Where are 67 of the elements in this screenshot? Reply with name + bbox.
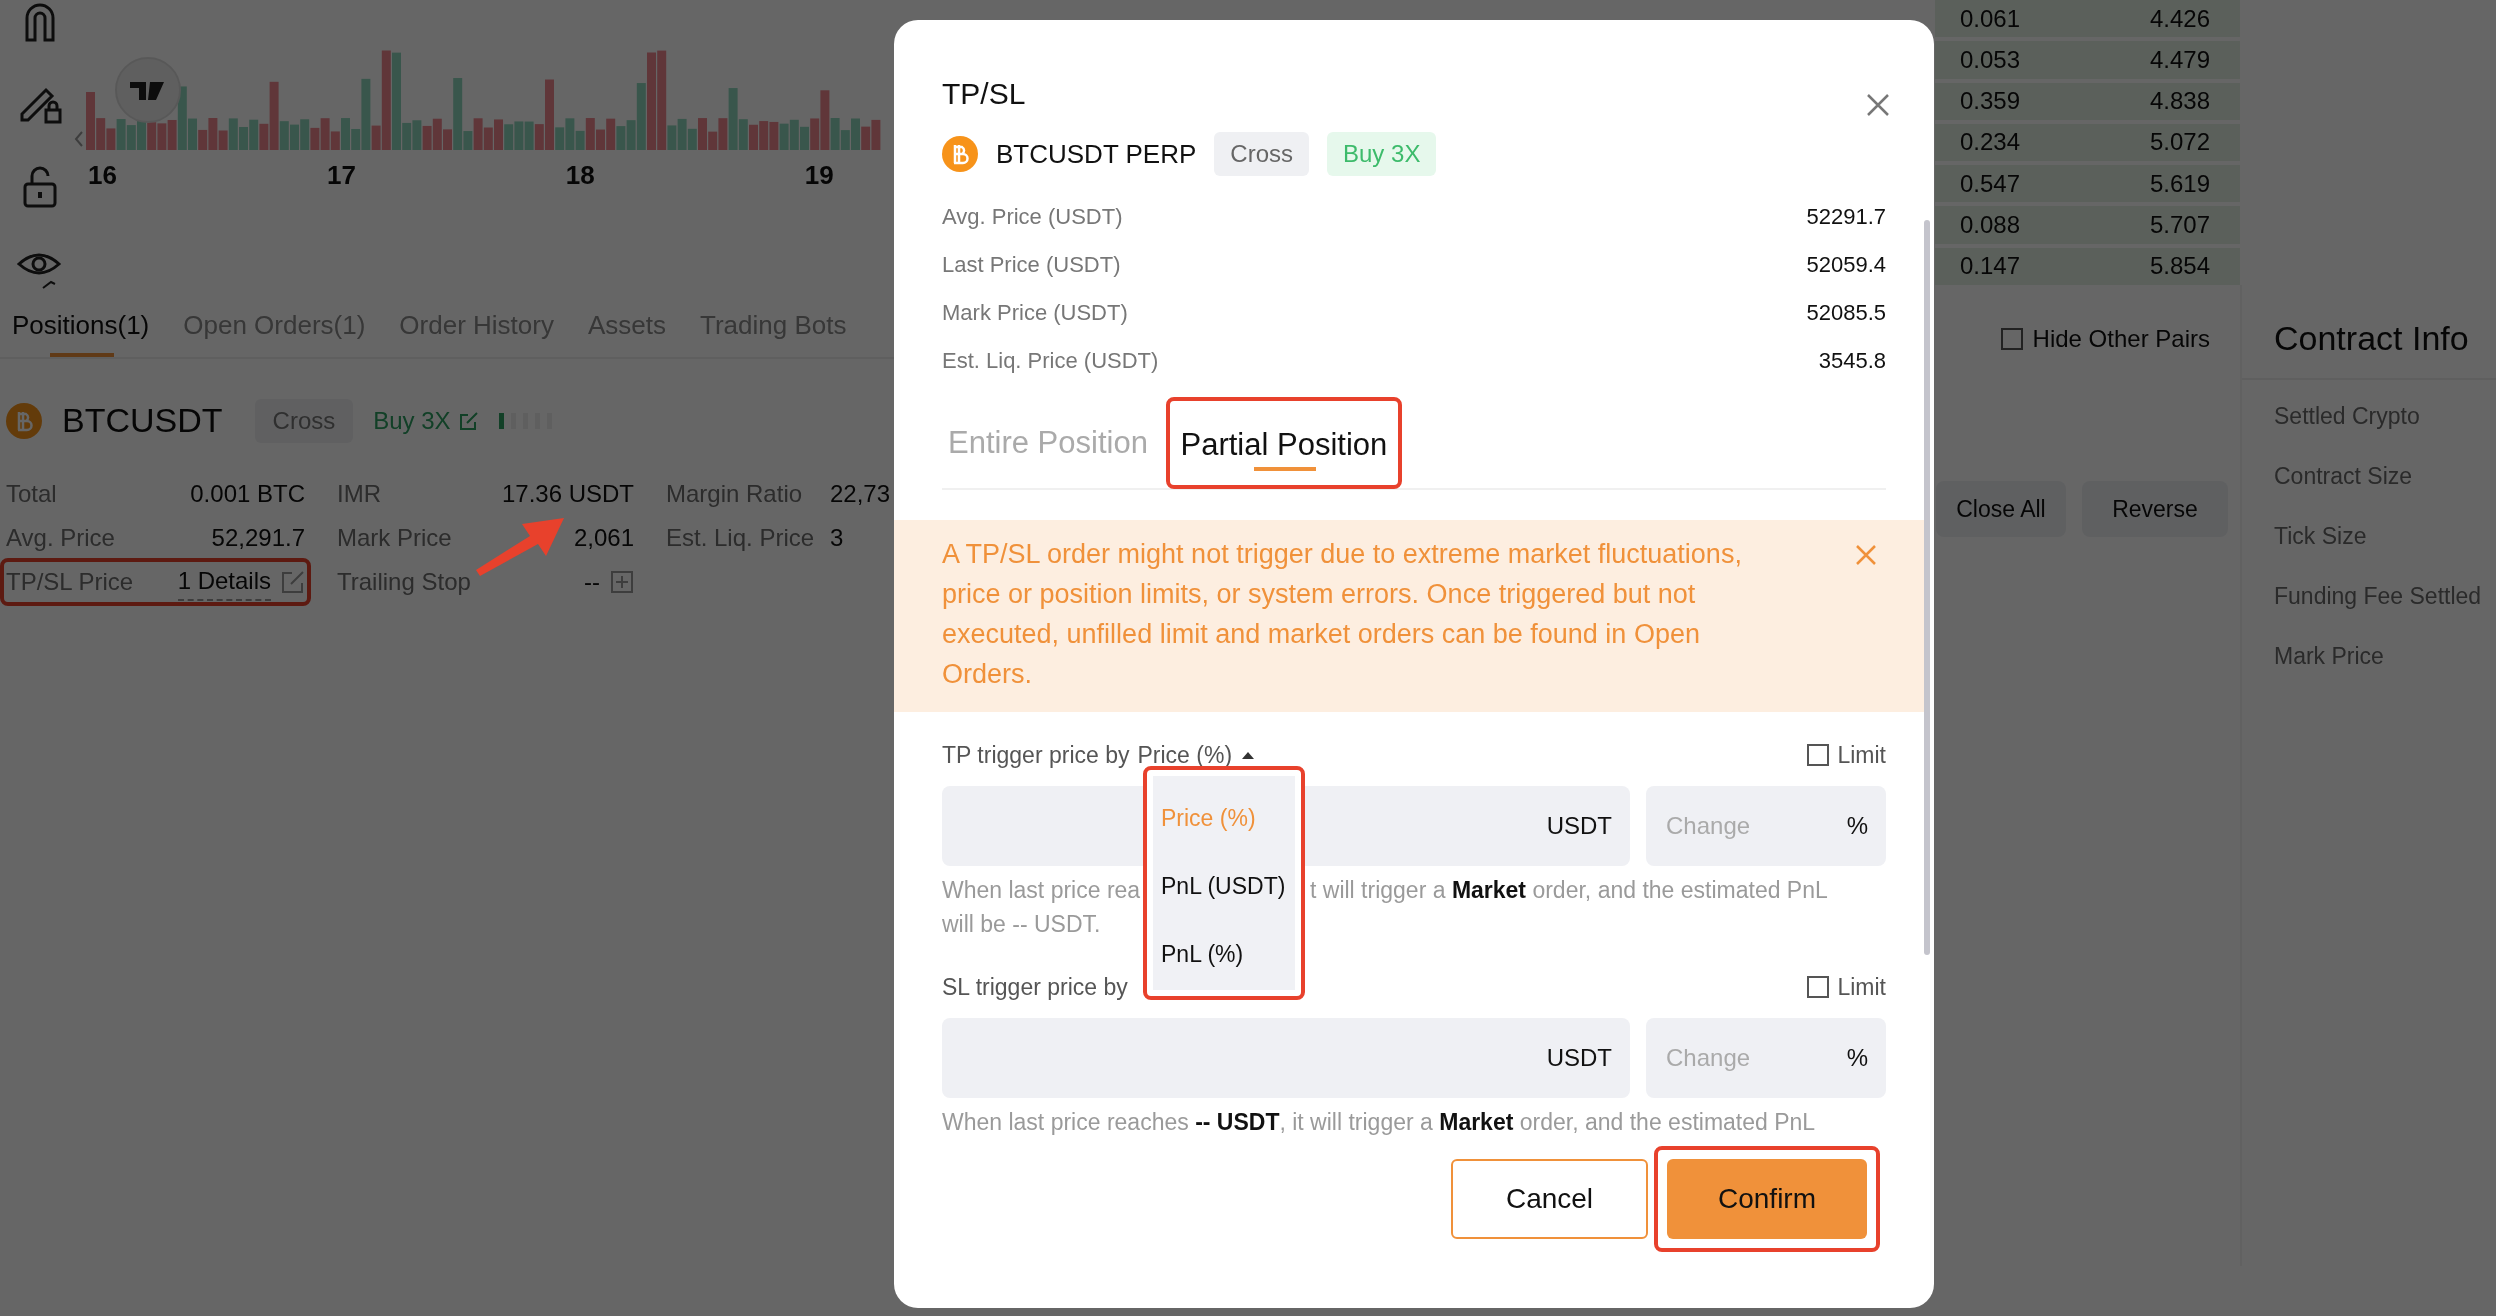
field-label: Avg. Price xyxy=(6,523,115,553)
hint-text: will be -- USDT. xyxy=(942,910,1101,939)
hint-text: When last price rea xyxy=(942,877,1141,903)
trigger-label: SL trigger price by xyxy=(942,972,1128,1002)
field-label: Margin Ratio xyxy=(666,479,804,509)
field-label: Total xyxy=(6,479,57,509)
total-text: 5.854 xyxy=(2149,251,2210,282)
date-label: 16 xyxy=(88,159,117,192)
unit-label: USDT xyxy=(1546,811,1612,841)
amount-text: 0.547 xyxy=(1960,168,2021,199)
field-label: IMR xyxy=(337,479,381,509)
amount-text: 0.234 xyxy=(1960,127,2021,158)
hint-text: When last price reaches -- USDT, it will trigger a Market order, and the estimated PnL xyxy=(942,1108,1816,1137)
trigger-label: TP trigger price by xyxy=(942,740,1130,770)
info-value: 52085.5 xyxy=(1806,298,1886,327)
checkbox-label: Limit xyxy=(1837,740,1886,770)
info-label: Est. Liq. Price (USDT) xyxy=(942,346,1159,375)
field-label: Trailing Stop xyxy=(337,567,471,597)
info-value: 52059.4 xyxy=(1806,250,1886,279)
field-label: Est. Liq. Price xyxy=(666,523,816,553)
alert-text: A TP/SL order might not trigger due to extreme market fluctuations, price or position limits, or system errors. Once triggered but not executed, unfilled limit and market orders can be found in Open Orders. xyxy=(942,538,1743,691)
info-label: Funding Fee Settled xyxy=(2274,581,2483,611)
total-text: 5.619 xyxy=(2149,168,2210,199)
checkbox-label: Hide Other Pairs xyxy=(2032,324,2210,354)
date-label: 19 xyxy=(804,159,834,192)
amount-text: 0.053 xyxy=(1960,44,2021,75)
amount-text: 0.359 xyxy=(1960,86,2021,117)
field-value: 3 xyxy=(830,523,844,553)
field-value: 52,291.7 xyxy=(211,523,305,553)
total-text: 5.707 xyxy=(2149,210,2210,241)
symbol-text: BTCUSDT PERP xyxy=(996,137,1197,171)
field-value: 0.001 BTC xyxy=(190,479,305,509)
field-label: TP/SL Price xyxy=(6,567,134,597)
info-label: Mark Price (USDT) xyxy=(942,298,1128,327)
symbol-text: BTCUSDT xyxy=(62,400,223,441)
info-value: 3545.8 xyxy=(1818,346,1886,375)
side-text: Buy 3X xyxy=(373,405,451,436)
info-label: Tick Size xyxy=(2274,521,2368,551)
info-label: Contract Size xyxy=(2274,461,2414,491)
panel-title: Contract Info xyxy=(2242,313,2496,380)
total-text: 4.838 xyxy=(2149,86,2210,117)
info-value: 52291.7 xyxy=(1806,202,1886,231)
info-label: Last Price (USDT) xyxy=(942,250,1121,279)
hint-text: t will trigger a Market order, and the estimated PnL xyxy=(1310,877,1828,903)
amount-text: 0.061 xyxy=(1960,3,2021,34)
margin-mode-tag: Cross xyxy=(1214,132,1309,176)
dialog-title: TP/SL xyxy=(942,76,1026,112)
info-label: Mark Price xyxy=(2274,641,2385,671)
amount-text: 0.147 xyxy=(1960,251,2021,282)
total-text: 4.479 xyxy=(2149,44,2210,75)
total-text: 4.426 xyxy=(2149,3,2210,34)
unit-label: % xyxy=(1846,1043,1868,1073)
info-label: Avg. Price (USDT) xyxy=(942,202,1123,231)
field-value: 17.36 USDT xyxy=(501,479,634,509)
unit-label: USDT xyxy=(1546,1043,1612,1073)
date-label: 18 xyxy=(565,159,595,192)
field-value: 22,73 xyxy=(830,479,891,509)
field-value: 2,061 xyxy=(573,523,634,553)
field-value: -- xyxy=(584,567,600,597)
date-label: 17 xyxy=(326,159,356,192)
checkbox-label: Limit xyxy=(1837,972,1886,1002)
info-label: Settled Crypto xyxy=(2274,401,2421,431)
total-text: 5.072 xyxy=(2149,127,2210,158)
side-tag: Buy 3X xyxy=(1327,132,1437,176)
field-label: Mark Price xyxy=(337,523,452,553)
amount-text: 0.088 xyxy=(1960,210,2021,241)
unit-label: % xyxy=(1846,811,1868,841)
